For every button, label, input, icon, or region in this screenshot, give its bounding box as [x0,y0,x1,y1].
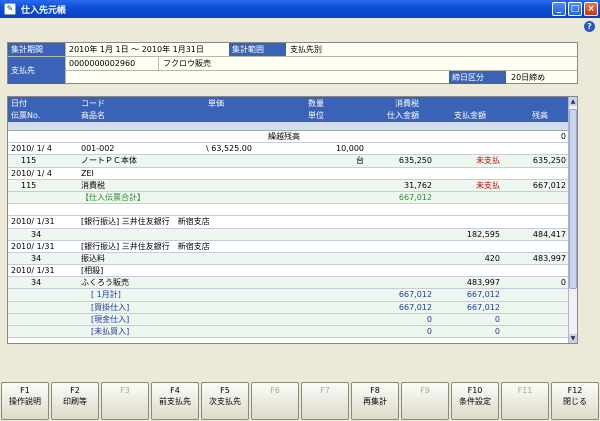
col-payment: 支払金額 [454,111,486,120]
supplier-code: 0000000002960 [69,59,136,68]
f12-button[interactable]: F12 閉じる [551,382,599,420]
table-row[interactable]: 2010/ 1/31 [銀行振込] 三井住友銀行 新宿支店 [8,216,570,229]
app-icon: ✎ [4,3,16,15]
table-row[interactable]: 2010/ 1/ 4 ZEI [8,168,570,180]
table-row[interactable]: [現金仕入] 0 0 [8,313,570,326]
period-value: 2010年 1月 1日 ～ 2010年 1月31日 [69,45,204,54]
scroll-down-icon[interactable]: ▼ [569,334,577,343]
table-row[interactable]: 34 振込料 420 483,997 [8,252,570,266]
scroll-up-icon[interactable]: ▲ [569,97,577,106]
function-key-bar: F1 操作説明 F2 印刷等 F3 F4 前支払先 F5 次支払先 F6 F7 F8 再集… [0,381,600,421]
table-row[interactable]: 34 ふくろう販売 483,997 0 [8,277,570,290]
closing-label: 締日区分 [449,71,506,84]
ledger-grid[interactable]: 日付 伝票No. コード 商品名 単価 数量 単位 消費税 仕入金額 支払金額 … [7,96,578,344]
supplier-label: 支払先 [8,57,65,84]
table-row[interactable]: 115 消費税 31,762 未支払 667,012 [8,179,570,192]
vertical-scrollbar[interactable]: ▲ ▼ [568,97,577,343]
scroll-thumb[interactable] [569,109,577,289]
col-qty: 数量 [308,99,324,108]
col-slip: 伝票No. [11,111,41,120]
f2-button[interactable]: F2 印刷等 [51,382,99,420]
table-row[interactable]: [買掛仕入] 667,012 667,012 [8,301,570,314]
grid-band [8,122,570,131]
closing-value: 20日締め [511,73,546,82]
f6-button: F6 [251,382,299,420]
supplier-name: フクロウ販売 [163,59,211,68]
table-row[interactable]: 2010/ 1/ 4 001-002 \ 63,525.00 10,000 [8,143,570,156]
f7-button: F7 [301,382,349,420]
f1-button[interactable]: F1 操作説明 [1,382,49,420]
col-price: 単価 [208,99,224,108]
table-row[interactable]: [ 1月計] 667,012 667,012 [8,289,570,302]
window-controls: _ □ × [552,2,598,16]
f10-button[interactable]: F10 条件設定 [451,382,499,420]
summary-header: 集計期間 2010年 1月 1日 ～ 2010年 1月31日 集計範囲 支払先別… [7,42,578,85]
col-purchase: 仕入金額 [387,111,419,120]
col-code: コード [81,99,105,108]
col-date: 日付 [11,99,27,108]
col-product: 商品名 [81,111,105,120]
grid-header: 日付 伝票No. コード 商品名 単価 数量 単位 消費税 仕入金額 支払金額 … [8,97,570,122]
table-row[interactable]: [未払買入] 0 0 [8,326,570,339]
f11-button: F11 [501,382,549,420]
col-balance: 残高 [532,111,548,120]
period-label: 集計期間 [8,43,65,56]
table-row[interactable]: 【仕入伝票合計】 667,012 [8,191,570,205]
f9-button: F9 [401,382,449,420]
range-value: 支払先別 [290,45,322,54]
f4-button[interactable]: F4 前支払先 [151,382,199,420]
table-row[interactable] [8,204,570,217]
col-tax: 消費税 [395,99,419,108]
table-row[interactable]: 2010/ 1/31 [相殺] [8,265,570,278]
window-title: 仕入先元帳 [21,5,67,16]
grid-rows: 繰越残高 0 2010/ 1/ 4 001-002 \ 63,525.00 10,000… [8,131,570,339]
close-button[interactable]: × [584,2,598,16]
minimize-button[interactable]: _ [552,2,566,16]
maximize-button[interactable]: □ [568,2,582,16]
range-label: 集計範囲 [229,43,286,56]
f8-button[interactable]: F8 再集計 [351,382,399,420]
f3-button: F3 [101,382,149,420]
table-row[interactable]: 34 182,595 484,417 [8,228,570,241]
title-bar[interactable]: ✎ 仕入先元帳 _ □ × [0,0,600,18]
table-row[interactable]: 115 ノートＰＣ本体台 635,250 未支払 635,250 [8,155,570,168]
f5-button[interactable]: F5 次支払先 [201,382,249,420]
table-row[interactable]: 繰越残高 0 [8,131,570,144]
help-icon[interactable]: ? [584,21,595,32]
col-unit: 単位 [308,111,324,120]
table-row[interactable]: 2010/ 1/31 [銀行振込] 三井住友銀行 新宿支店 [8,241,570,253]
